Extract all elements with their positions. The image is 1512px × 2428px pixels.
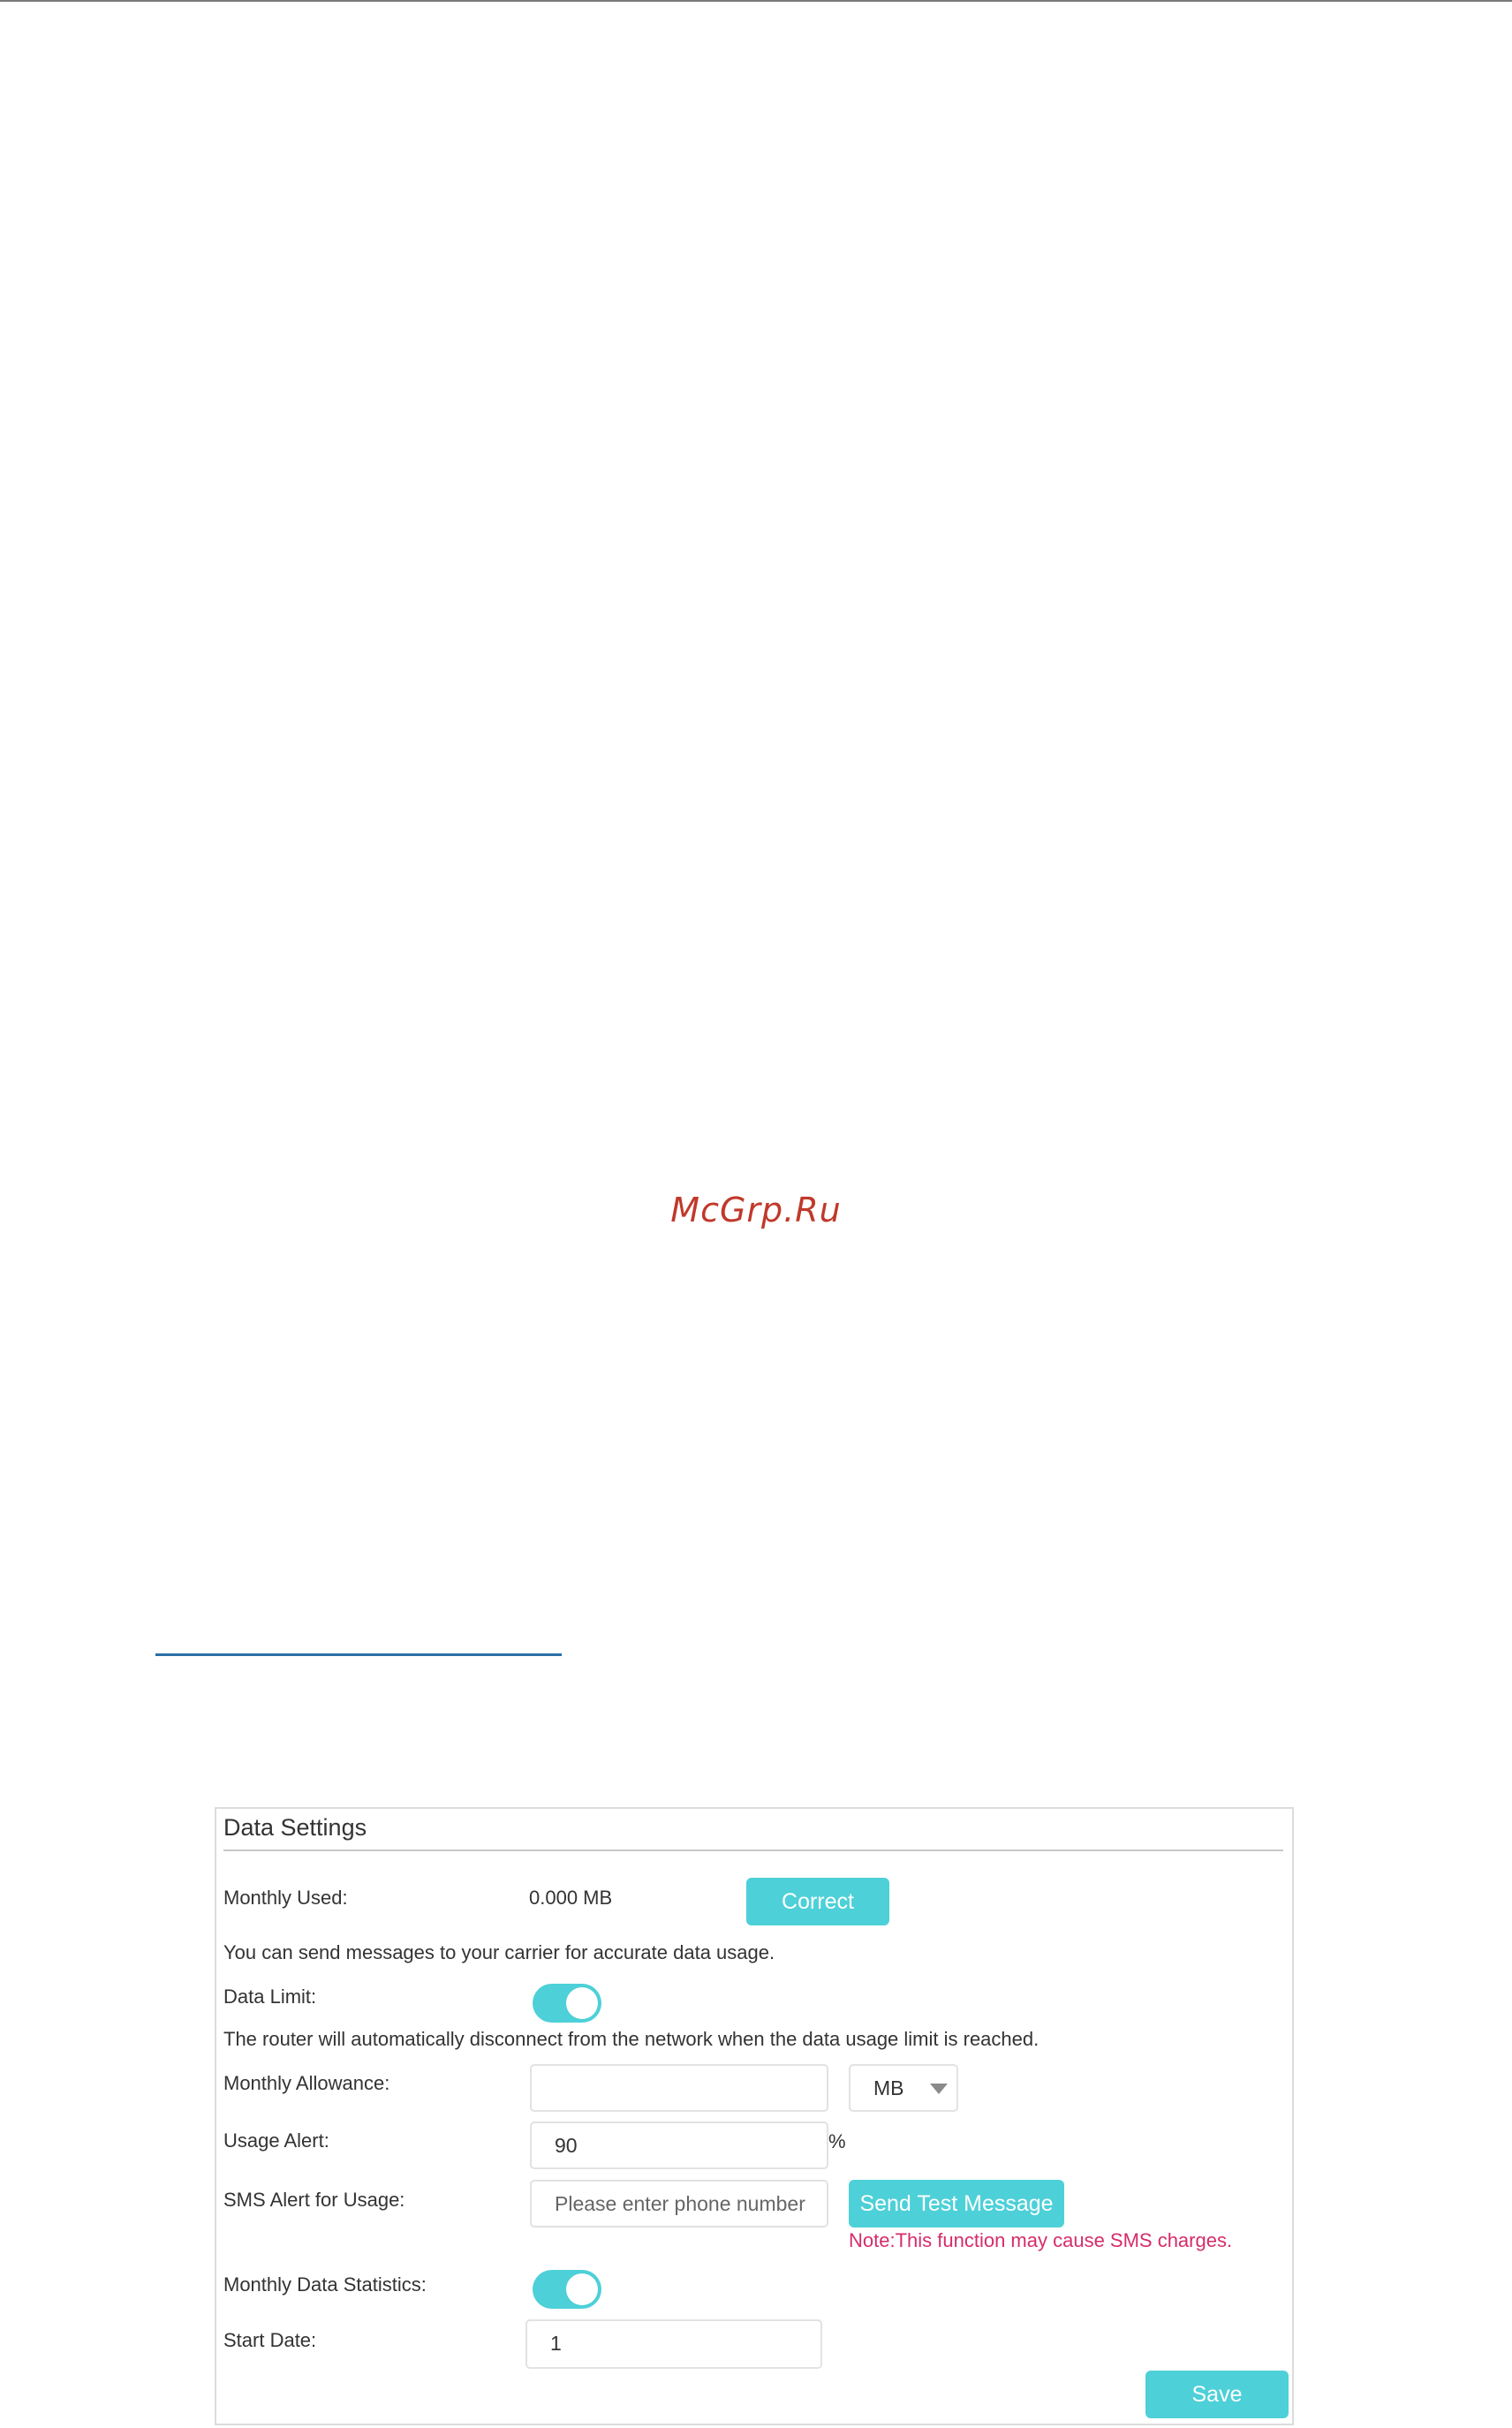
watermark-text: McGrp.Ru: [670, 1191, 842, 1229]
link-underline: [155, 1653, 562, 1656]
data-limit-label: Data Limit:: [223, 1986, 317, 2008]
allowance-unit-value: MB: [873, 2076, 904, 2099]
phone-number-input[interactable]: Please enter phone number: [530, 2180, 828, 2228]
usage-alert-label: Usage Alert:: [223, 2129, 329, 2152]
panel-divider: [223, 1849, 1283, 1851]
top-rule: [0, 0, 1512, 2]
data-limit-toggle[interactable]: [533, 1984, 601, 2023]
panel-title: Data Settings: [223, 1814, 367, 1841]
start-date-input[interactable]: 1: [525, 2319, 822, 2369]
monthly-used-label: Monthly Used:: [223, 1887, 348, 1909]
data-settings-panel: Data Settings Monthly Used: 0.000 MB Cor…: [215, 1807, 1294, 2425]
monthly-stats-label: Monthly Data Statistics:: [223, 2273, 427, 2296]
correct-button[interactable]: Correct: [746, 1878, 889, 1925]
usage-alert-input[interactable]: 90: [530, 2122, 828, 2169]
save-button[interactable]: Save: [1145, 2371, 1289, 2418]
carrier-hint-text: You can send messages to your carrier fo…: [223, 1941, 775, 1963]
sms-charges-note: Note:This function may cause SMS charges…: [849, 2229, 1233, 2251]
toggle-knob: [566, 1987, 598, 2019]
toggle-knob: [566, 2273, 598, 2305]
monthly-allowance-label: Monthly Allowance:: [223, 2072, 390, 2094]
monthly-stats-toggle[interactable]: [533, 2270, 601, 2309]
chevron-down-icon: [930, 2084, 948, 2094]
allowance-unit-select[interactable]: MB: [849, 2064, 958, 2112]
send-test-message-button[interactable]: Send Test Message: [849, 2180, 1064, 2228]
monthly-used-value: 0.000 MB: [529, 1887, 613, 1909]
start-date-label: Start Date:: [223, 2329, 317, 2351]
sms-alert-label: SMS Alert for Usage:: [223, 2189, 405, 2211]
disconnect-hint-text: The router will automatically disconnect…: [223, 2028, 1040, 2050]
usage-alert-percent: %: [828, 2130, 846, 2152]
monthly-allowance-input[interactable]: [530, 2064, 828, 2112]
